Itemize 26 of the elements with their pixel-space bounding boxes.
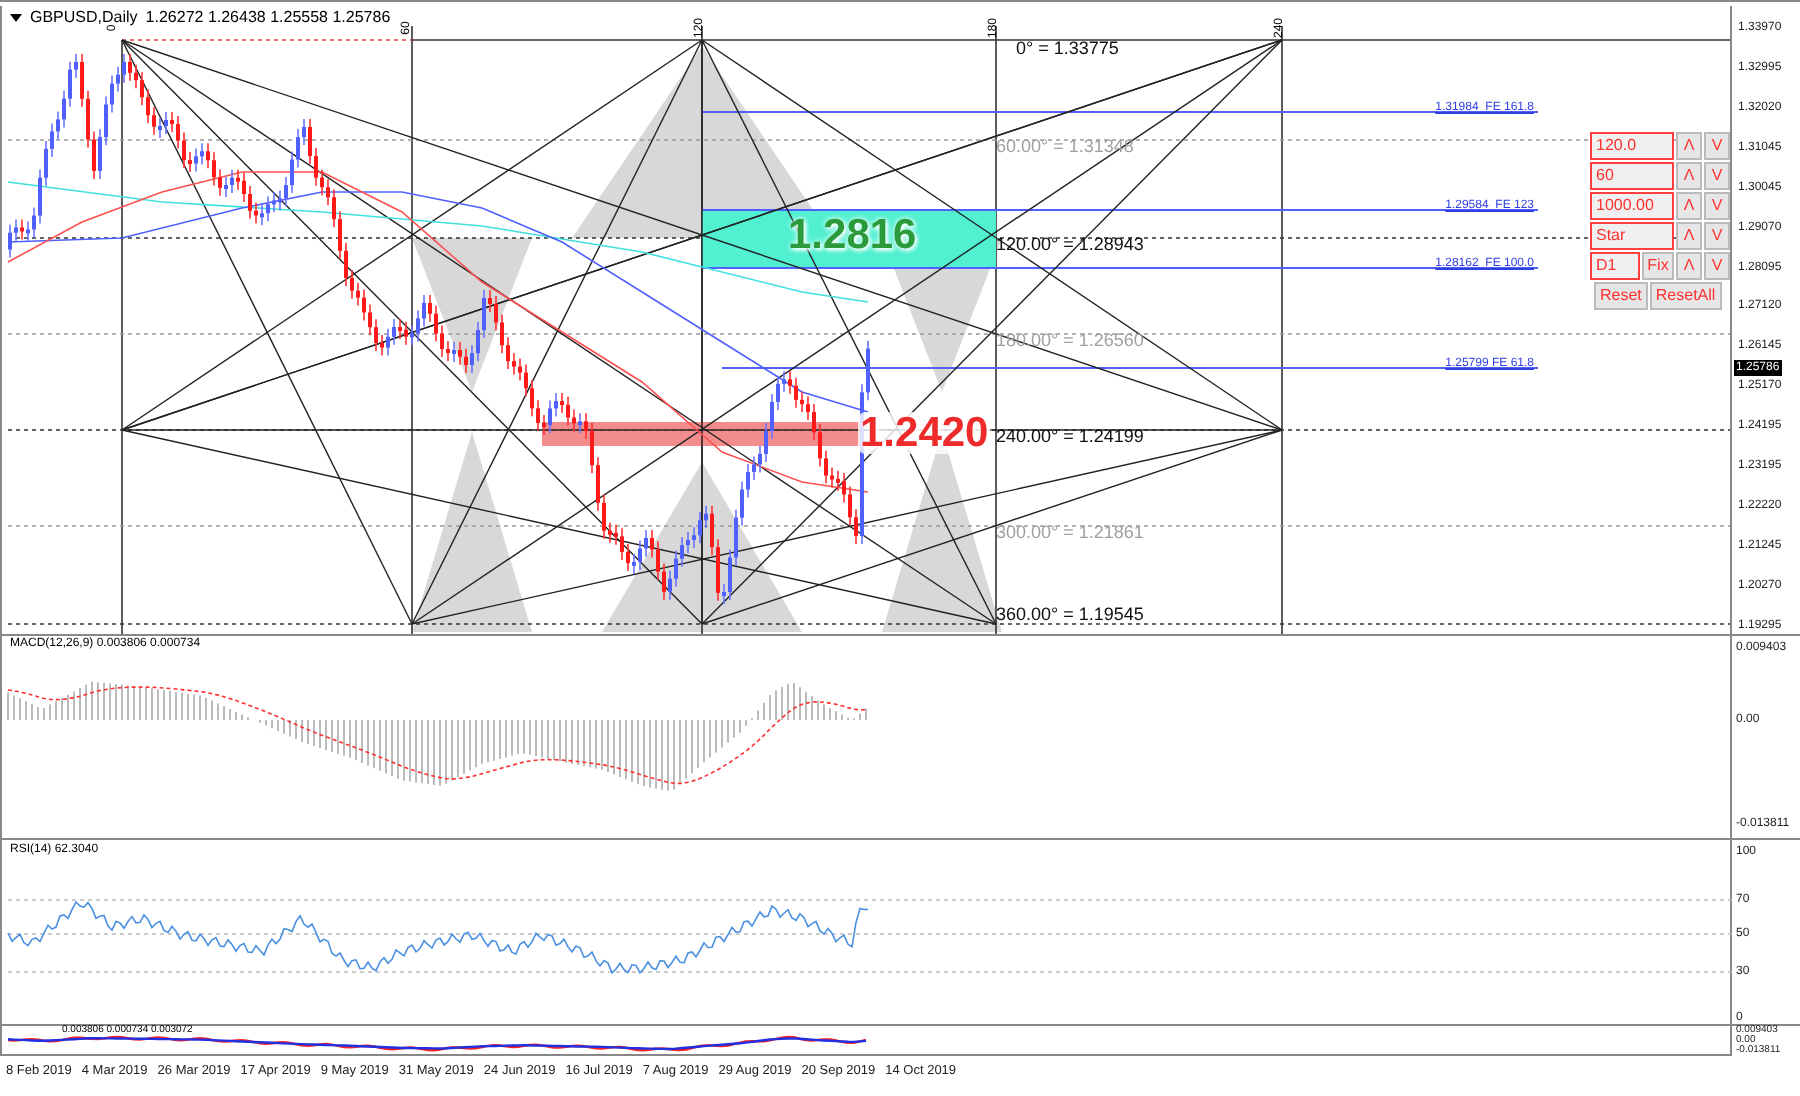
increase-button[interactable]: Λ [1676, 222, 1702, 250]
decrease-button[interactable]: V [1704, 252, 1730, 280]
decrease-button[interactable]: V [1704, 162, 1730, 190]
fix-button[interactable]: Fix [1642, 252, 1674, 280]
parameter-field[interactable]: 60 [1590, 162, 1674, 190]
zone-price-label: 1.2420 [858, 412, 991, 454]
angle-level-label: 360.00° = 1.19545 [996, 606, 1144, 624]
dropdown-triangle-icon[interactable] [10, 14, 22, 22]
symbol-title: GBPUSD,Daily [30, 10, 138, 26]
parameter-field[interactable]: 120.0 [1590, 132, 1674, 160]
increase-button[interactable]: Λ [1676, 192, 1702, 220]
quote-values: 1.26272 1.26438 1.25558 1.25786 [145, 10, 391, 26]
parameter-field[interactable]: D1 [1590, 252, 1640, 280]
angle-level-label: 0° = 1.33775 [1016, 40, 1119, 58]
increase-button[interactable]: Λ [1676, 132, 1702, 160]
reset-button[interactable]: ResetAll [1649, 282, 1722, 310]
parameter-field[interactable]: Star [1590, 222, 1674, 250]
decrease-button[interactable]: V [1704, 192, 1730, 220]
parameter-field[interactable]: 1000.00 [1590, 192, 1674, 220]
angle-level-label: 240.00° = 1.24199 [996, 428, 1144, 446]
increase-button[interactable]: Λ [1676, 252, 1702, 280]
decrease-button[interactable]: V [1704, 132, 1730, 160]
angle-level-label: 300.00° = 1.21861 [996, 524, 1144, 542]
decrease-button[interactable]: V [1704, 222, 1730, 250]
increase-button[interactable]: Λ [1676, 162, 1702, 190]
reset-button[interactable]: Reset [1594, 282, 1648, 310]
